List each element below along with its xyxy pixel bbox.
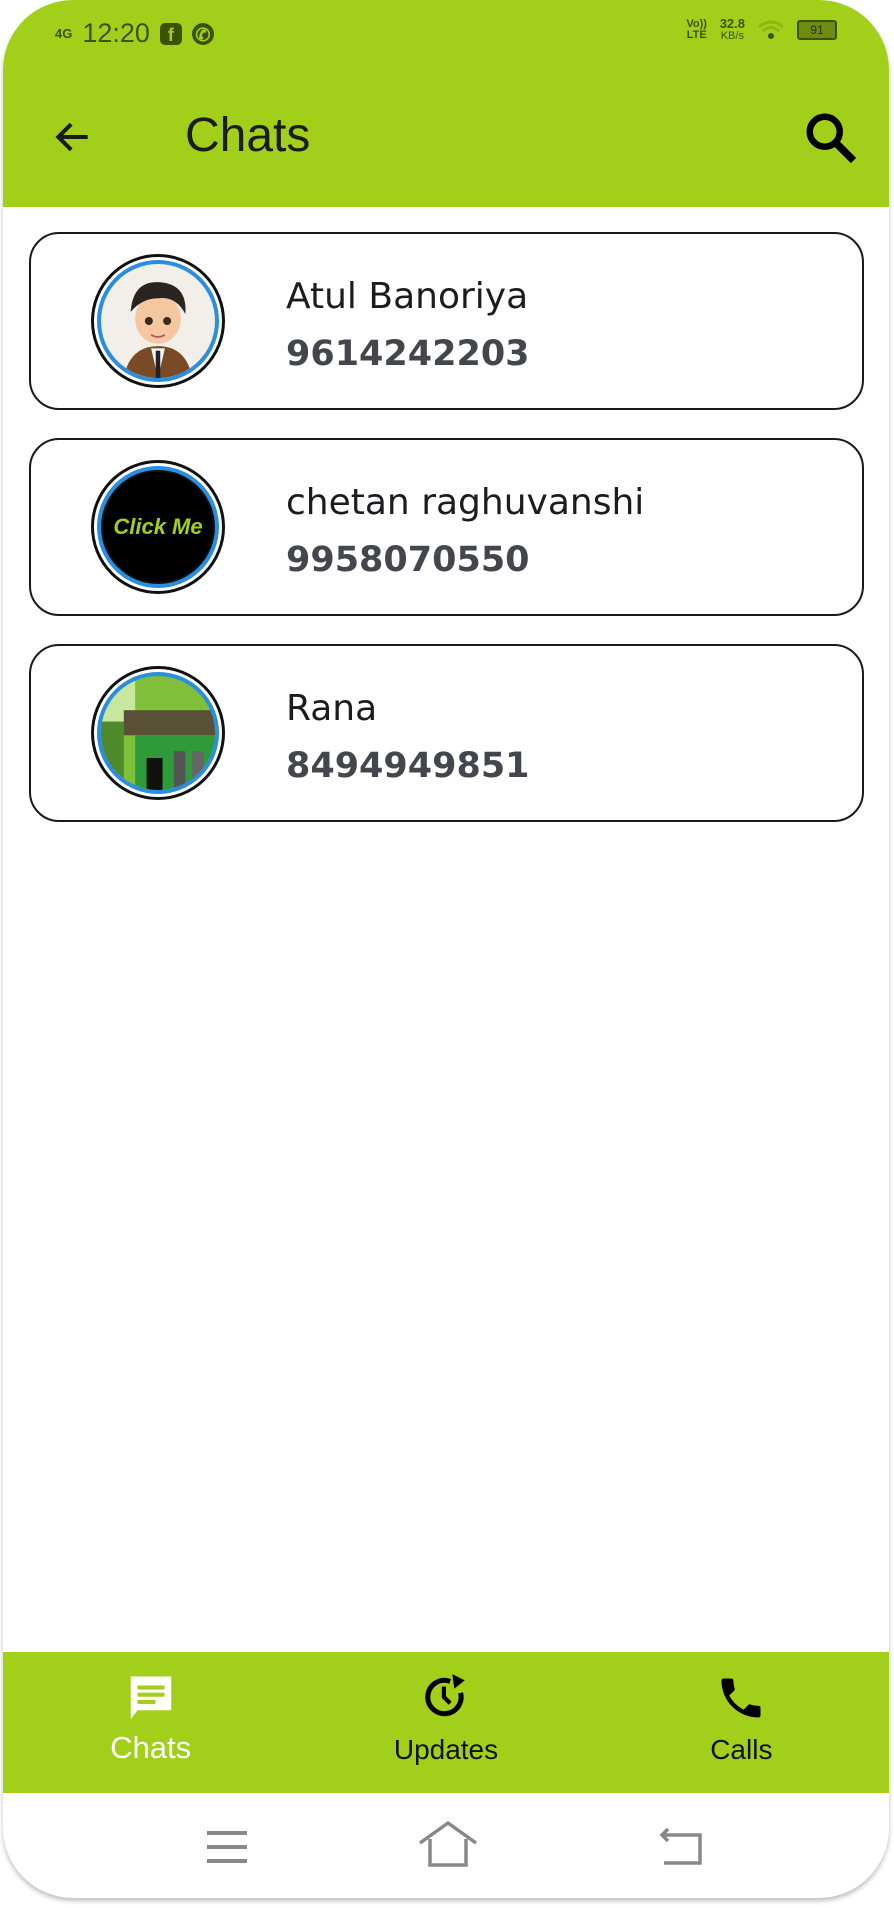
updates-icon	[425, 1674, 465, 1717]
menu-icon[interactable]	[205, 1827, 249, 1867]
speed-value: 32.8	[719, 16, 745, 31]
nav-label: Chats	[110, 1730, 192, 1765]
app-bar: 4G 12:20 f ✆ Vo)) LTE 32.8 KB/s 91 Chats	[3, 0, 889, 207]
page-title: Chats	[185, 109, 311, 162]
search-icon[interactable]	[801, 108, 861, 168]
wifi-icon	[758, 20, 784, 39]
status-bar: 4G 12:20 f ✆ Vo)) LTE 32.8 KB/s 91	[3, 16, 889, 54]
nav-updates[interactable]: Updates	[298, 1652, 593, 1793]
battery-indicator: 91	[797, 20, 837, 40]
avatar	[91, 666, 225, 800]
contact-name: Atul Banoriya	[286, 276, 529, 317]
contact-phone: 9958070550	[286, 540, 530, 580]
phone-screen: 4G 12:20 f ✆ Vo)) LTE 32.8 KB/s 91 Chats …	[3, 0, 889, 1898]
pixel-house-image	[101, 676, 215, 790]
contact-phone: 8494949851	[286, 746, 530, 786]
chat-item[interactable]: Click Me chetan raghuvanshi 9958070550	[29, 438, 864, 616]
status-time: 12:20	[82, 18, 150, 48]
click-me-logo: Click Me	[113, 514, 203, 539]
back-icon[interactable]	[658, 1827, 704, 1867]
chat-icon	[130, 1676, 171, 1720]
volte-indicator: Vo)) LTE	[686, 18, 707, 41]
bottom-navigation: Chats Updates Calls	[3, 1652, 889, 1793]
chat-item[interactable]: Rana 8494949851	[29, 644, 864, 822]
network-speed: 32.8 KB/s	[719, 16, 745, 42]
facebook-icon: f	[159, 22, 182, 45]
cartoon-boy-image	[101, 264, 215, 378]
system-navigation-bar	[3, 1793, 889, 1898]
network-indicator: 4G	[55, 25, 73, 41]
contact-phone: 9614242203	[286, 334, 530, 374]
home-icon[interactable]	[418, 1821, 478, 1867]
viber-icon: ✆	[191, 22, 214, 45]
speed-unit: KB/s	[720, 30, 744, 42]
nav-label: Updates	[393, 1734, 499, 1765]
nav-chats[interactable]: Chats	[3, 1652, 298, 1793]
phone-icon	[721, 1678, 761, 1718]
nav-label: Calls	[710, 1734, 773, 1765]
avatar: Click Me	[91, 460, 225, 594]
nav-calls[interactable]: Calls	[594, 1652, 889, 1793]
avatar	[91, 254, 225, 388]
chat-item[interactable]: Atul Banoriya 9614242203	[29, 232, 864, 410]
chat-list: Atul Banoriya 9614242203 Click Me chetan…	[29, 232, 864, 850]
contact-name: chetan raghuvanshi	[286, 482, 645, 523]
contact-name: Rana	[286, 688, 378, 729]
arrow-left-icon[interactable]	[51, 115, 95, 159]
